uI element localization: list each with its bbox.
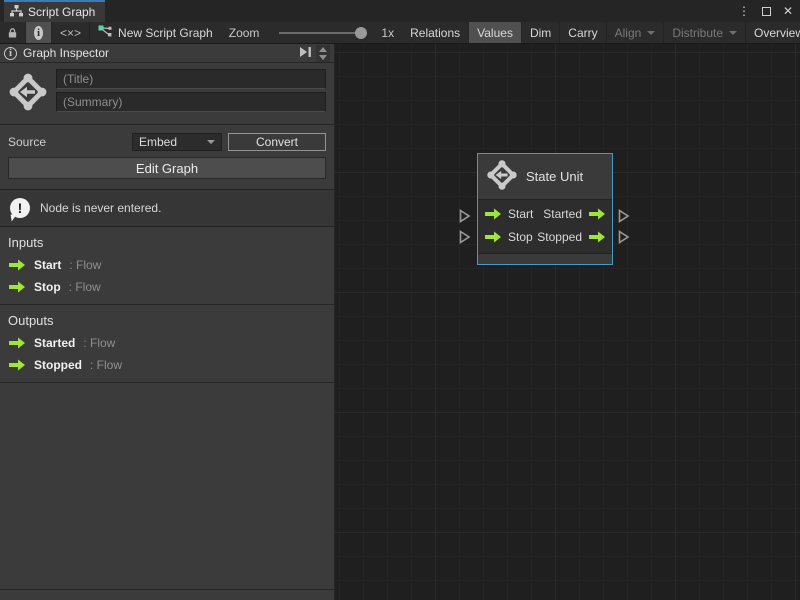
flow-arrow-icon	[8, 359, 26, 371]
dim-toggle[interactable]: Dim	[522, 22, 560, 43]
graph-inspector-header: i Graph Inspector	[0, 44, 334, 63]
port-name: Start	[508, 207, 533, 221]
source-dropdown[interactable]: Embed	[132, 133, 222, 151]
chevron-down-icon	[647, 31, 655, 35]
graph-title-block	[0, 63, 334, 125]
edit-graph-button[interactable]: Edit Graph	[8, 157, 326, 179]
zoom-slider[interactable]	[267, 22, 379, 43]
node-input-port[interactable]	[459, 209, 471, 223]
graph-toolbar: i <×> New Script Graph Zoom 1x Relations…	[0, 22, 800, 44]
lock-icon[interactable]	[0, 22, 26, 43]
overview-button[interactable]: Overview	[746, 22, 800, 43]
distribute-dropdown[interactable]: Distribute	[664, 22, 746, 43]
node-footer	[478, 253, 612, 264]
code-preview-icon[interactable]: <×>	[52, 22, 90, 43]
port-type: : Flow	[90, 358, 122, 372]
tab-script-graph[interactable]: Script Graph	[4, 0, 105, 22]
node-body: Start Started Stop Stopped	[478, 200, 612, 253]
graph-info-toggle[interactable]: i	[26, 22, 52, 43]
convert-button[interactable]: Convert	[228, 133, 326, 151]
warning-text: Node is never entered.	[40, 201, 161, 215]
flow-out-icon[interactable]	[588, 208, 606, 220]
port-type: : Flow	[69, 258, 101, 272]
zoom-label: Zoom	[221, 22, 268, 43]
flow-arrow-icon	[8, 337, 26, 349]
source-row: Source Embed Convert	[0, 125, 334, 151]
outputs-section: Outputs Started : Flow Stopped : Flow	[0, 305, 334, 383]
window-menu-icon[interactable]: ⋮	[736, 3, 752, 19]
close-icon[interactable]: ✕	[780, 3, 796, 19]
port-name: Stop	[508, 230, 533, 244]
node-port-row: Stop Stopped	[484, 228, 606, 246]
source-label: Source	[8, 135, 126, 149]
panel-title: Graph Inspector	[23, 46, 109, 60]
port-name: Start	[34, 258, 61, 272]
relations-toggle[interactable]: Relations	[402, 22, 469, 43]
list-item: Stop : Flow	[8, 280, 326, 294]
graph-summary-input[interactable]	[56, 92, 326, 112]
chevron-down-icon	[207, 140, 215, 144]
script-graph-icon	[98, 25, 112, 41]
inputs-header: Inputs	[8, 235, 326, 250]
node-port-row: Start Started	[484, 205, 606, 223]
node-header[interactable]: State Unit	[478, 154, 612, 200]
state-unit-icon	[486, 159, 518, 194]
outputs-header: Outputs	[8, 313, 326, 328]
port-name: Stopped	[537, 230, 582, 244]
graph-inspector-panel: i Graph Inspector Source Embed	[0, 44, 335, 600]
maximize-icon[interactable]	[758, 3, 774, 19]
port-name: Started	[34, 336, 75, 350]
node-output-port[interactable]	[618, 209, 630, 223]
chevron-down-icon	[729, 31, 737, 35]
carry-toggle[interactable]: Carry	[560, 22, 606, 43]
panel-divider	[0, 589, 334, 590]
scroll-up-icon[interactable]	[319, 47, 327, 52]
flow-arrow-icon	[8, 281, 26, 293]
values-toggle[interactable]: Values	[469, 22, 522, 43]
window-tab-bar: Script Graph ⋮ ✕	[0, 0, 800, 22]
graph-breadcrumb[interactable]: New Script Graph	[90, 22, 221, 43]
hierarchy-icon	[10, 5, 23, 20]
port-type: : Flow	[69, 280, 101, 294]
state-unit-node[interactable]: State Unit Start Started Stop Sto	[477, 153, 613, 265]
port-name: Stopped	[34, 358, 82, 372]
graph-canvas[interactable]: State Unit Start Started Stop Sto	[335, 44, 800, 600]
zoom-slider-handle[interactable]	[355, 27, 367, 39]
graph-title-input[interactable]	[56, 69, 326, 89]
list-item: Stopped : Flow	[8, 358, 326, 372]
node-input-port[interactable]	[459, 230, 471, 244]
info-icon: i	[4, 47, 17, 60]
list-item: Start : Flow	[8, 258, 326, 272]
warning-row: ! Node is never entered.	[0, 189, 334, 227]
dock-panel-icon[interactable]	[298, 46, 312, 61]
panel-scroll-spinner[interactable]	[316, 45, 330, 62]
flow-in-icon[interactable]	[484, 231, 502, 243]
warning-bubble-icon: !	[10, 198, 30, 218]
flow-in-icon[interactable]	[484, 208, 502, 220]
inputs-section: Inputs Start : Flow Stop : Flow	[0, 227, 334, 305]
flow-arrow-icon	[8, 259, 26, 271]
port-type: : Flow	[83, 336, 115, 350]
list-item: Started : Flow	[8, 336, 326, 350]
port-name: Stop	[34, 280, 61, 294]
align-dropdown[interactable]: Align	[607, 22, 665, 43]
node-output-port[interactable]	[618, 230, 630, 244]
port-name: Started	[543, 207, 582, 221]
flow-out-icon[interactable]	[588, 231, 606, 243]
source-value: Embed	[139, 135, 177, 149]
state-unit-icon	[8, 69, 48, 116]
zoom-value: 1x	[379, 22, 402, 43]
graph-name-label: New Script Graph	[118, 26, 213, 40]
node-title: State Unit	[526, 169, 583, 184]
tab-title: Script Graph	[28, 5, 95, 19]
info-icon: i	[34, 26, 43, 40]
scroll-down-icon[interactable]	[319, 55, 327, 60]
